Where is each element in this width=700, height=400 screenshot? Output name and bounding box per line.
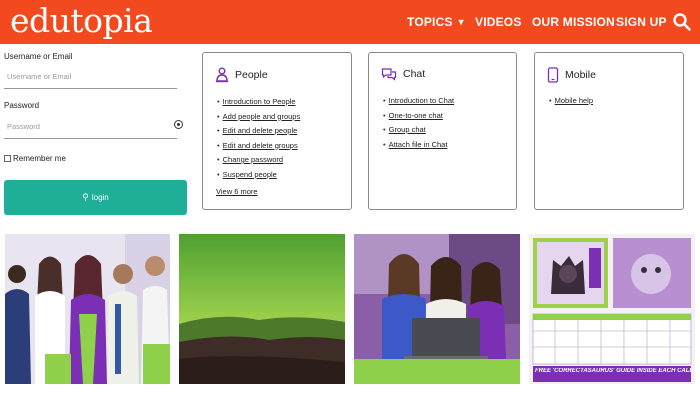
eye-icon[interactable] — [174, 120, 183, 129]
link-change-password[interactable]: Change password — [223, 155, 283, 164]
login-panel: Username or Email Username or Email Pass… — [0, 44, 195, 224]
remember-me-checkbox[interactable] — [4, 155, 11, 162]
card-chat-header: Chat — [381, 67, 425, 81]
card-people: People Introduction to People Add people… — [202, 52, 352, 210]
students-laptop-photo[interactable] — [354, 234, 520, 384]
view-more-link[interactable]: View 6 more — [216, 187, 258, 196]
remember-me-label: Remember me — [13, 154, 66, 163]
link-suspend-people[interactable]: Suspend people — [223, 170, 277, 179]
chevron-down-icon: ▼ — [456, 17, 466, 27]
list-item[interactable]: Introduction to Chat — [383, 94, 454, 109]
people-icon — [216, 67, 228, 83]
username-placeholder: Username or Email — [7, 72, 72, 81]
login-button-label: login — [91, 193, 109, 202]
username-label: Username or Email — [4, 52, 73, 61]
link-one-to-one-chat[interactable]: One-to-one chat — [389, 111, 443, 120]
card-people-title: People — [235, 69, 268, 81]
card-mobile-title: Mobile — [565, 69, 596, 81]
mobile-icon — [547, 67, 559, 83]
card-people-header: People — [215, 67, 268, 83]
password-field[interactable]: Password — [4, 115, 183, 139]
list-item[interactable]: Change password — [217, 153, 300, 168]
link-attach-file[interactable]: Attach file in Chat — [389, 140, 448, 149]
list-item[interactable]: Edit and delete people — [217, 124, 300, 139]
link-group-chat[interactable]: Group chat — [389, 125, 426, 134]
edutopia-logo[interactable]: edutopia — [10, 2, 153, 40]
link-intro-people[interactable]: Introduction to People — [223, 97, 296, 106]
list-item[interactable]: Introduction to People — [217, 95, 300, 110]
nav-videos[interactable]: VIDEOS — [475, 0, 522, 44]
landscape-photo[interactable] — [179, 234, 345, 384]
link-mobile-help[interactable]: Mobile help — [555, 96, 593, 105]
nav-videos-label: VIDEOS — [475, 15, 522, 29]
list-item[interactable]: One-to-one chat — [383, 109, 454, 124]
nav-topics-label: TOPICS — [407, 15, 453, 29]
top-navigation-bar: edutopia TOPICS ▼ VIDEOS OUR MISSION SIG… — [0, 0, 700, 44]
login-button[interactable]: ⚲ login — [4, 180, 187, 215]
card-chat: Chat Introduction to Chat One-to-one cha… — [368, 52, 517, 210]
login-icon: ⚲ — [82, 192, 89, 202]
list-item[interactable]: Attach file in Chat — [383, 138, 454, 153]
calendar-promo-caption: FREE 'CORRECTASAURUS' GUIDE INSIDE EACH … — [535, 368, 691, 374]
card-mobile: Mobile Mobile help — [534, 52, 684, 210]
chat-icon — [381, 68, 397, 81]
username-field[interactable]: Username or Email — [4, 65, 177, 89]
calendar-promo-photo[interactable]: FREE 'CORRECTASAURUS' GUIDE INSIDE EACH … — [529, 234, 695, 384]
nav-our-mission[interactable]: OUR MISSION — [532, 0, 615, 44]
list-item[interactable]: Mobile help — [549, 94, 593, 109]
card-chat-title: Chat — [403, 68, 426, 80]
link-edit-people[interactable]: Edit and delete people — [223, 126, 298, 135]
remember-me[interactable]: Remember me — [4, 154, 66, 163]
search-icon[interactable] — [672, 12, 692, 32]
card-mobile-links: Mobile help — [549, 94, 593, 109]
password-placeholder: Password — [7, 122, 40, 131]
link-edit-groups[interactable]: Edit and delete groups — [223, 141, 298, 150]
list-item[interactable]: Suspend people — [217, 168, 300, 183]
nav-topics[interactable]: TOPICS ▼ — [407, 0, 466, 44]
password-label: Password — [4, 101, 40, 110]
nav-sign-up-label: SIGN UP — [616, 15, 667, 29]
nav-sign-up[interactable]: SIGN UP — [616, 0, 667, 44]
card-people-links: Introduction to People Add people and gr… — [217, 95, 301, 183]
nav-our-mission-label: OUR MISSION — [532, 15, 615, 29]
link-add-people[interactable]: Add people and groups — [223, 112, 301, 121]
list-item[interactable]: Group chat — [383, 123, 454, 138]
card-chat-links: Introduction to Chat One-to-one chat Gro… — [383, 94, 454, 152]
students-group-photo[interactable] — [5, 234, 170, 384]
list-item[interactable]: Add people and groups — [217, 110, 301, 125]
link-intro-chat[interactable]: Introduction to Chat — [389, 96, 454, 105]
card-mobile-header: Mobile — [547, 67, 596, 83]
list-item[interactable]: Edit and delete groups — [217, 139, 300, 154]
